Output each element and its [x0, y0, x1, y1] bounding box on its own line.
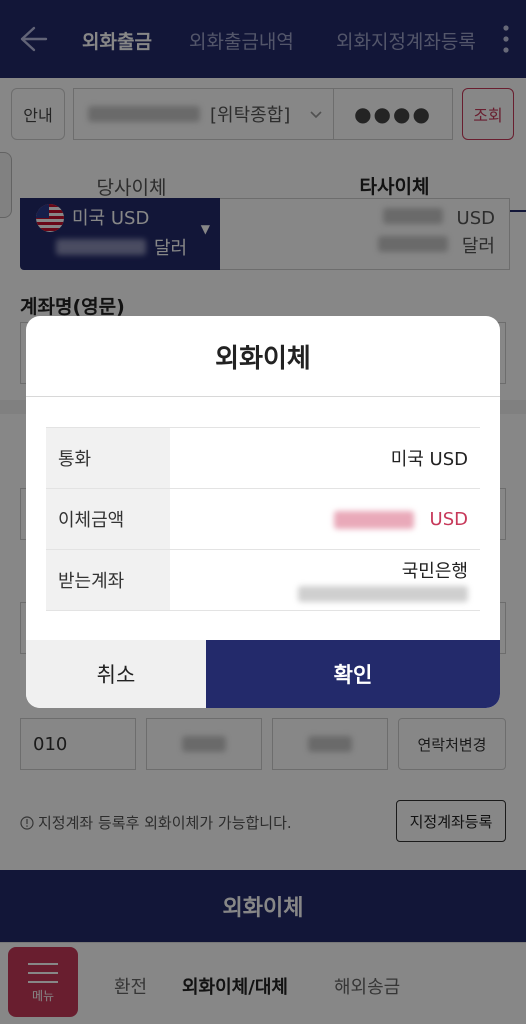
dialog-title: 외화이체 — [26, 316, 500, 397]
amount-currency: USD — [429, 508, 468, 530]
amount-masked — [333, 510, 414, 529]
row-value-amount: USD — [170, 488, 480, 550]
recipient-bank-name: 국민은행 — [401, 560, 468, 582]
cancel-button[interactable]: 취소 — [26, 640, 206, 708]
transfer-info-table: 통화 미국 USD 이체금액 USD 받는계좌 국민은행 — [46, 427, 480, 611]
row-label-amount: 이체금액 — [46, 488, 170, 550]
row-label-currency: 통화 — [46, 427, 170, 489]
row-value-currency: 미국 USD — [170, 427, 480, 489]
table-row: 받는계좌 국민은행 — [46, 549, 480, 611]
row-value-recipient-account: 국민은행 — [170, 549, 480, 611]
table-row: 이체금액 USD — [46, 488, 480, 550]
recipient-account-masked — [298, 585, 468, 602]
row-label-recipient-account: 받는계좌 — [46, 549, 170, 611]
fx-transfer-dialog: 외화이체 통화 미국 USD 이체금액 USD 받는계좌 국민은행 취소 확인 — [26, 316, 500, 708]
table-row: 통화 미국 USD — [46, 427, 480, 489]
confirm-button[interactable]: 확인 — [206, 640, 500, 708]
